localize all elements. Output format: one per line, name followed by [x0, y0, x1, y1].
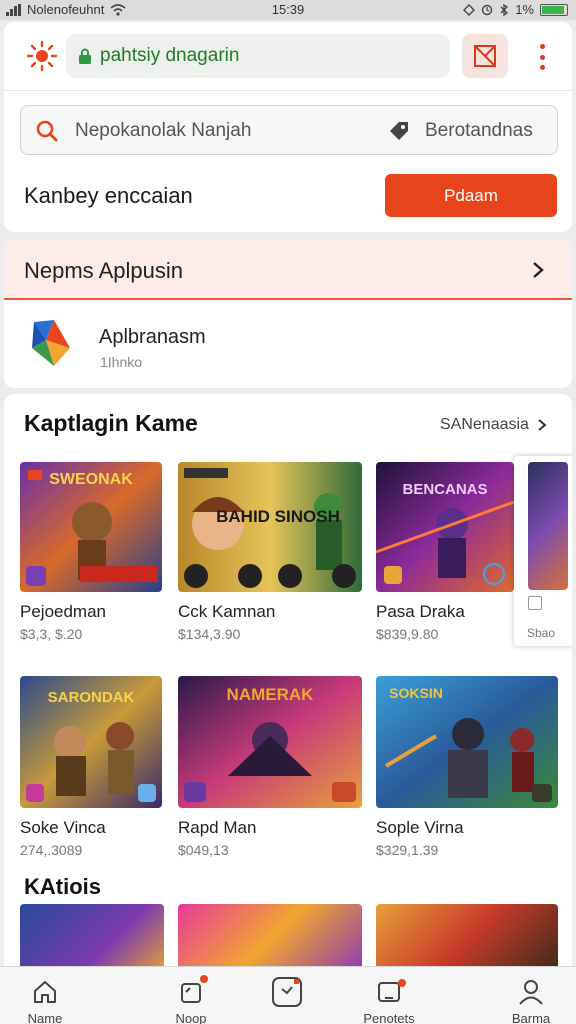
search-card: Nepokanolak Nanjah Berotandnas Kanbey en… [4, 90, 572, 232]
apps-section-header[interactable]: Nepms Aplpusin [4, 240, 572, 300]
game-card[interactable]: SOKSIN Sople Virna $329,1.39 [376, 676, 558, 858]
game-thumbnail[interactable]: SWEONAK [20, 462, 162, 592]
browser-bar: pahtsiy dnagarin [4, 22, 572, 90]
category-thumbnail[interactable] [178, 904, 362, 974]
nav-item-apps[interactable] [242, 975, 332, 1011]
status-bar: Nolenofeuhnt 15:39 1% [0, 0, 576, 20]
promo-text: Kanbey enccaian [24, 183, 193, 208]
category-thumbnail[interactable] [376, 904, 558, 974]
game-name: Cck Kamnan [178, 602, 276, 621]
app-logo-icon [32, 320, 70, 366]
nav-label: Name [27, 1011, 63, 1024]
game-banner-text: SWEONAK [49, 471, 133, 488]
notification-badge [200, 975, 208, 983]
notification-icon [146, 975, 236, 1009]
game-price: Sbao [527, 626, 556, 640]
apps-icon [242, 975, 332, 1009]
game-banner-text: NAMERAK [227, 685, 315, 704]
game-card[interactable]: BENCANAS Pasa Draka $839,9.80 [376, 462, 514, 642]
game-price: $3,3, $.20 [20, 626, 83, 642]
see-all-label: SANenaasia [440, 416, 529, 433]
game-price: $134,3.90 [178, 626, 241, 642]
tag-icon[interactable] [387, 119, 411, 143]
nav-item-home[interactable]: Name [0, 975, 90, 1024]
profile-icon [486, 975, 576, 1009]
search-icon [36, 120, 58, 142]
game-banner-text: BAHID SINOSH [216, 507, 340, 526]
game-thumbnail [528, 462, 568, 590]
checkbox-icon [528, 596, 542, 610]
battery-label: 1% [515, 2, 534, 17]
category-thumbnail[interactable] [20, 904, 164, 974]
game-card[interactable]: NAMERAK Rapd Man $049,13 [178, 676, 362, 858]
apps-section-title: Nepms Aplpusin [24, 258, 183, 283]
home-icon [0, 975, 90, 1009]
game-thumbnail[interactable]: BAHID SINOSH [178, 462, 362, 592]
game-card[interactable]: SWEONAK Pejoedman $3,3, $.20 [20, 462, 162, 642]
game-price: $329,1.39 [376, 842, 439, 858]
downloads-icon [344, 975, 434, 1009]
bluetooth-icon [500, 3, 509, 16]
game-name: Rapd Man [178, 818, 257, 837]
game-card[interactable]: SARONDAK Soke Vinca 274,.3089 [20, 676, 162, 858]
app-subtitle: 1Ihnko [100, 354, 143, 370]
search-right-label[interactable]: Berotandnas [425, 120, 533, 142]
status-right: 1% [463, 2, 568, 17]
game-banner-text: SOKSIN [389, 685, 443, 701]
game-name: Pejoedman [20, 602, 107, 621]
app-title: Aplbranasm [99, 326, 206, 348]
location-icon [463, 3, 476, 16]
overflow-menu-icon[interactable] [532, 42, 552, 72]
nav-item-notifications[interactable]: Noop [146, 975, 236, 1024]
game-name: Soke Vinca [20, 818, 106, 837]
downloads-badge [398, 979, 406, 987]
url-field[interactable]: pahtsiy dnagarin [66, 34, 450, 78]
game-price: $839,9.80 [376, 626, 439, 642]
nav-label: Barma [511, 1011, 551, 1024]
game-banner-text: SARONDAK [48, 689, 135, 706]
games-section-title: Kaptlagin Kame [24, 410, 198, 436]
search-input[interactable]: Nepokanolak Nanjah Berotandnas [20, 105, 558, 155]
game-banner-text: BENCANAS [402, 481, 487, 498]
battery-icon [540, 3, 568, 16]
game-card[interactable]: BAHID SINOSH Cck Kamnan $134,3.90 [178, 462, 362, 642]
nav-label: Penotets [363, 1011, 415, 1024]
apps-section: Nepms Aplpusin Aplbranasm 1Ihnko [4, 240, 572, 388]
game-thumbnail[interactable]: NAMERAK [178, 676, 362, 808]
game-name: Sople Virna [376, 818, 464, 837]
alarm-icon [482, 4, 493, 15]
chevron-right-icon[interactable] [530, 260, 546, 280]
tabs-icon [474, 45, 496, 67]
game-price: 274,.3089 [20, 842, 83, 858]
url-text: pahtsiy dnagarin [100, 45, 240, 66]
nav-label: Noop [175, 1011, 207, 1024]
primary-action-button[interactable]: Pdaam [385, 174, 557, 217]
chevron-right-icon [538, 419, 547, 431]
nav-item-downloads[interactable]: Penotets [344, 975, 434, 1024]
game-thumbnail[interactable]: SOKSIN [376, 676, 558, 808]
lock-icon [79, 48, 91, 64]
tabs-button[interactable] [462, 34, 508, 78]
search-placeholder: Nepokanolak Nanjah [75, 120, 252, 141]
game-thumbnail[interactable]: SARONDAK [20, 676, 162, 808]
bottom-navigation: Name Noop Penotets Barma [0, 966, 576, 1024]
nav-item-profile[interactable]: Barma [486, 975, 576, 1024]
games-section: Kaptlagin Kame SANenaasia SWEONAK Pejoed… [4, 394, 572, 974]
game-card-peek[interactable]: Sbao [514, 456, 572, 646]
game-price: $049,13 [178, 842, 229, 858]
sun-logo-icon[interactable] [26, 40, 58, 72]
app-list-item[interactable]: Aplbranasm 1Ihnko [4, 300, 572, 386]
game-thumbnail[interactable]: BENCANAS [376, 462, 514, 592]
game-name: Pasa Draka [376, 602, 465, 621]
see-all-link[interactable]: SANenaasia [440, 416, 547, 434]
categories-title: KAtiois [24, 874, 101, 899]
